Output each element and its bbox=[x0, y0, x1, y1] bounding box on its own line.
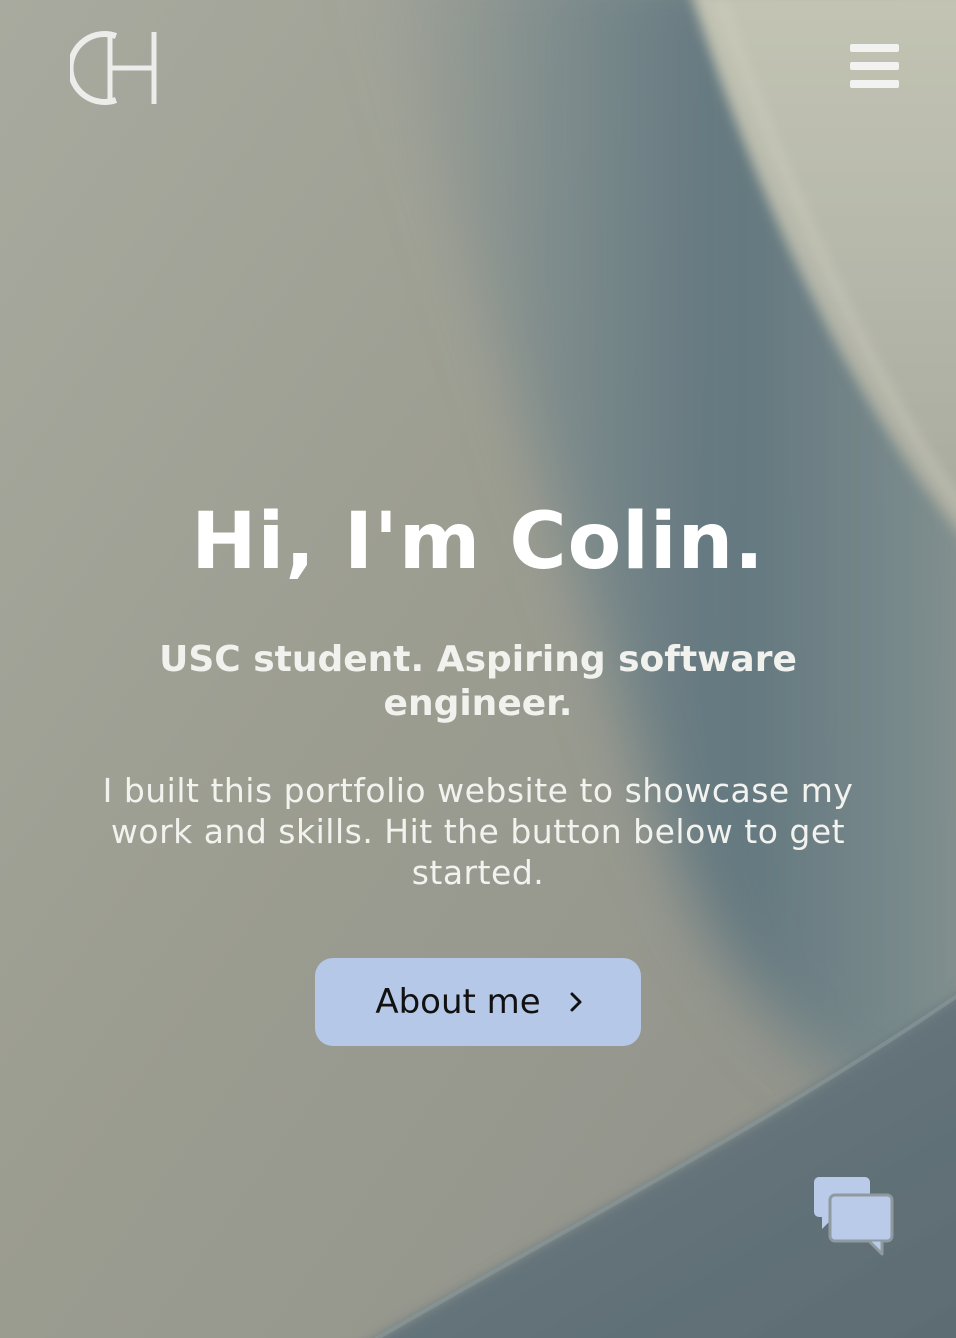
menu-bar bbox=[850, 44, 899, 52]
hero-title: Hi, I'm Colin. bbox=[191, 497, 765, 587]
chat-button[interactable] bbox=[812, 1175, 894, 1257]
hero-description: I built this portfolio website to showca… bbox=[102, 771, 854, 892]
hero-subtitle: USC student. Aspiring software engineer. bbox=[159, 639, 797, 724]
about-me-label: About me bbox=[375, 982, 541, 1022]
menu-bar bbox=[850, 62, 899, 70]
site-logo[interactable] bbox=[70, 28, 162, 110]
monogram-logo-icon bbox=[70, 31, 157, 105]
chevron-right-icon bbox=[567, 990, 585, 1014]
hamburger-menu-icon[interactable] bbox=[848, 42, 902, 90]
chat-bubbles-icon bbox=[814, 1177, 894, 1256]
about-me-button[interactable]: About me bbox=[315, 958, 641, 1046]
menu-bar bbox=[850, 80, 899, 88]
